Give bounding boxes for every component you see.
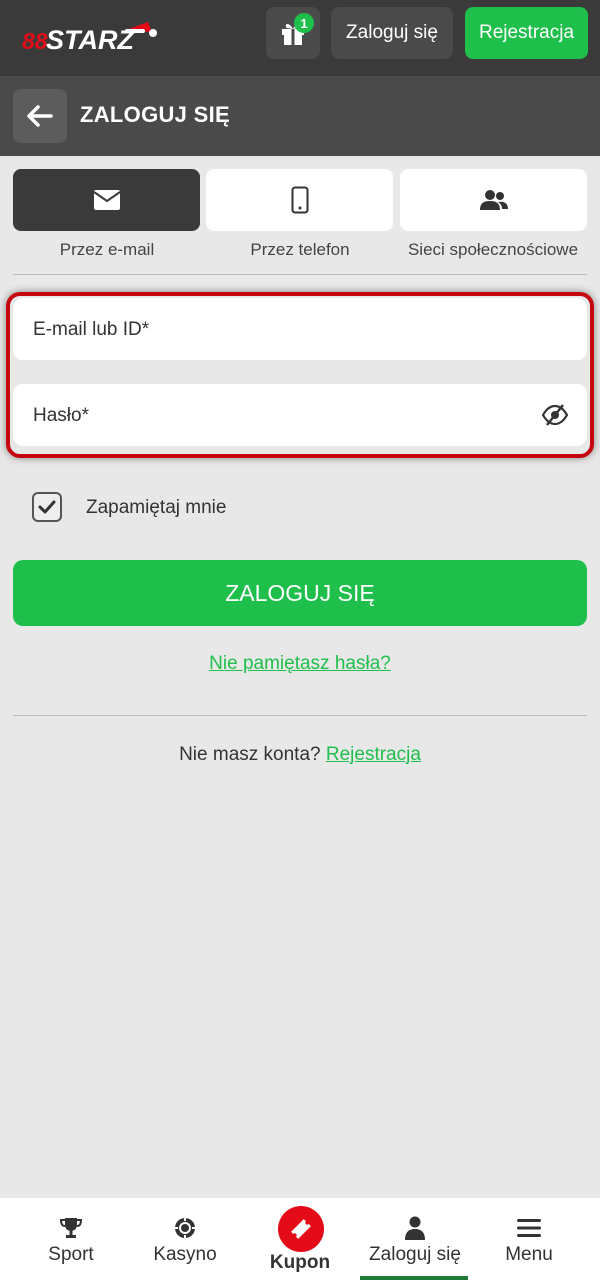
remember-checkbox[interactable] (32, 492, 62, 522)
no-account-text: Nie masz konta? (179, 744, 321, 765)
register-link[interactable]: Rejestracja (326, 744, 421, 765)
submit-login-button[interactable]: ZALOGUJ SIĘ (13, 560, 587, 626)
top-bar: 88 STARZ 1 Zaloguj się Rejestracja (0, 0, 600, 76)
email-field[interactable]: E-mail lub ID* (13, 298, 587, 360)
divider (13, 274, 587, 275)
bottom-nav: Sport Kasyno Kupon Zaloguj się Menu (0, 1198, 600, 1280)
forgot-password-link[interactable]: Nie pamiętasz hasła? (0, 653, 600, 675)
password-field[interactable]: Hasło* (13, 384, 587, 446)
password-placeholder: Hasło* (33, 405, 89, 426)
nav-casino[interactable]: Kasyno (127, 1198, 243, 1280)
eye-slash-icon[interactable] (541, 404, 569, 426)
tab-email-label: Przez e-mail (59, 240, 155, 259)
tab-phone-label: Przez telefon (250, 240, 350, 259)
nav-kupon[interactable] (278, 1206, 324, 1252)
nav-menu[interactable]: Menu (471, 1198, 587, 1280)
page-title: ZALOGUJ SIĘ (80, 102, 230, 127)
gift-button[interactable]: 1 (266, 7, 320, 59)
tab-social-label: Sieci społecznościowe (407, 240, 579, 259)
login-button[interactable]: Zaloguj się (331, 7, 453, 59)
back-button[interactable] (13, 89, 67, 143)
nav-login-label: Zaloguj się (369, 1244, 461, 1265)
nav-login[interactable]: Zaloguj się (357, 1198, 473, 1280)
trophy-icon (59, 1218, 83, 1238)
svg-text:STARZ: STARZ (46, 25, 135, 55)
ticket-icon (291, 1219, 311, 1239)
brand-logo[interactable]: 88 STARZ (22, 18, 162, 58)
nav-sport-label: Sport (48, 1244, 94, 1265)
casino-chip-icon (174, 1217, 196, 1239)
svg-text:88: 88 (22, 28, 48, 54)
nav-active-indicator (360, 1276, 468, 1280)
hamburger-icon (517, 1219, 541, 1237)
nav-menu-label: Menu (505, 1244, 553, 1265)
user-icon (405, 1216, 425, 1240)
tab-phone[interactable] (206, 169, 393, 231)
page-header: ZALOGUJ SIĘ (0, 76, 600, 156)
remember-label: Zapamiętaj mnie (86, 497, 227, 518)
tab-email[interactable] (13, 169, 200, 231)
check-icon (38, 500, 56, 514)
nav-casino-label: Kasyno (153, 1244, 217, 1265)
phone-icon (291, 186, 308, 214)
nav-sport[interactable]: Sport (13, 1198, 129, 1280)
tab-social[interactable] (400, 169, 587, 231)
nav-kupon-label: Kupon (269, 1252, 331, 1273)
email-placeholder: E-mail lub ID* (33, 319, 150, 340)
register-button[interactable]: Rejestracja (465, 7, 588, 59)
envelope-icon (92, 190, 121, 210)
no-account-row: Nie masz konta? Rejestracja (0, 744, 600, 766)
arrow-left-icon (27, 105, 53, 127)
divider (13, 715, 587, 716)
gift-count-badge: 1 (294, 13, 314, 33)
users-icon (479, 190, 508, 210)
